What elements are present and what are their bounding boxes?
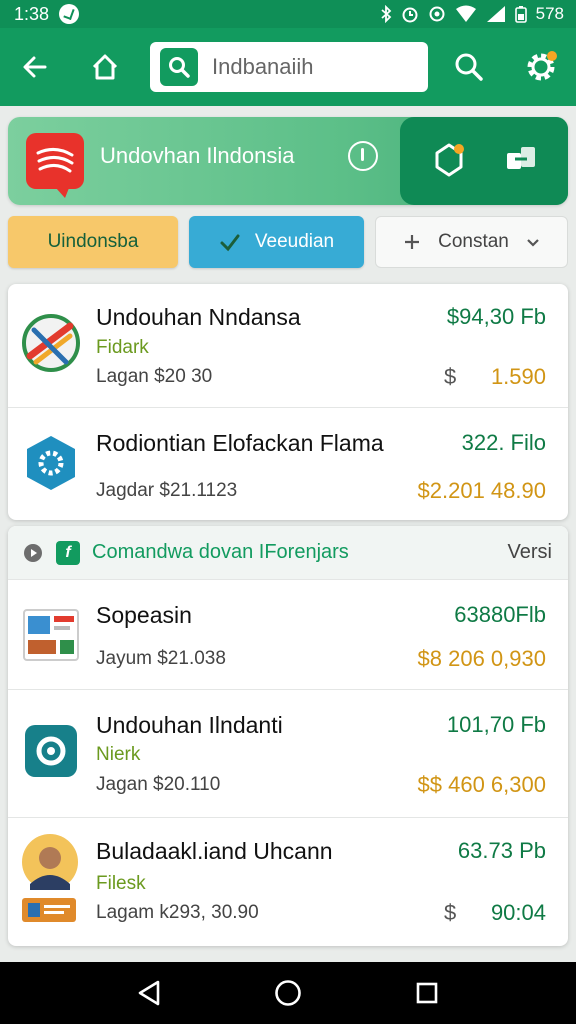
settings-button[interactable] bbox=[520, 46, 562, 88]
share-button[interactable] bbox=[503, 141, 539, 182]
section-badge-icon: f bbox=[56, 540, 80, 565]
info-icon[interactable] bbox=[348, 141, 378, 171]
item-meta: Jagdar $21.1123 bbox=[96, 480, 238, 501]
search-input[interactable] bbox=[212, 54, 412, 80]
bluetooth-icon bbox=[381, 5, 391, 23]
sync-icon bbox=[429, 6, 445, 22]
nav-recents-button[interactable] bbox=[407, 973, 447, 1013]
filter-chips: Uindonsba Veeudian Constan bbox=[8, 216, 568, 268]
alarm-icon bbox=[402, 7, 418, 23]
item-name: Undouhan Nndansa bbox=[96, 304, 301, 330]
item-subtitle: Fidark bbox=[96, 337, 149, 358]
plus-icon bbox=[405, 235, 420, 249]
wifi-icon bbox=[455, 5, 476, 22]
list-item[interactable]: Rodiontian Elofackan Flama Jagdar $21.11… bbox=[8, 408, 568, 520]
list-item[interactable]: Sopeasin Jayum $21.038 63880Flb $8 206 0… bbox=[8, 580, 568, 690]
list-item[interactable]: Undouhan Nndansa Fidark Lagan $20 30 $94… bbox=[8, 284, 568, 408]
list-item[interactable]: Buladaakl.iand Uhcann Filesk Lagam k293,… bbox=[8, 818, 568, 946]
app-icon bbox=[20, 432, 82, 494]
signal-icon bbox=[486, 6, 505, 22]
item-amount: $2.201 48.90 bbox=[417, 478, 546, 503]
search-icon bbox=[455, 53, 483, 81]
status-bar: 1:38 578 bbox=[0, 0, 576, 28]
notification-icon bbox=[59, 4, 80, 24]
filter-chip-indonesia[interactable]: Uindonsba bbox=[8, 216, 178, 268]
item-meta: Jagan $20.110 bbox=[96, 774, 221, 795]
currency-symbol: $ bbox=[444, 364, 457, 389]
system-nav-bar bbox=[0, 962, 576, 1024]
app-icon bbox=[20, 834, 80, 924]
square-recents-icon bbox=[416, 982, 437, 1004]
item-meta: Lagam k293, 30.90 bbox=[96, 902, 259, 923]
item-name: Buladaakl.iand Uhcann bbox=[96, 838, 333, 864]
section-title: Comandwa dovan IForenjars bbox=[92, 541, 349, 563]
item-amount: $8 206 0,930 bbox=[417, 646, 546, 671]
item-price: 63.73 Pb bbox=[457, 838, 546, 863]
status-time: 1:38 bbox=[14, 3, 50, 24]
battery-icon bbox=[514, 6, 527, 23]
nav-back-button[interactable] bbox=[129, 973, 169, 1013]
item-subtitle: Filesk bbox=[96, 873, 146, 894]
chip-label: Uindonsba bbox=[47, 231, 139, 252]
arrow-left-icon bbox=[23, 56, 47, 78]
item-price: 63880Flb bbox=[454, 602, 546, 627]
item-name: Undouhan Ilndanti bbox=[96, 712, 283, 738]
filter-dropdown[interactable]: Constan bbox=[375, 216, 568, 268]
app-icon bbox=[20, 604, 82, 666]
share-icon bbox=[507, 146, 535, 169]
item-price: 101,70 Fb bbox=[446, 712, 546, 737]
section-card: f Comandwa dovan IForenjars Versi Sopeas… bbox=[8, 526, 568, 946]
item-subtitle: Nierk bbox=[96, 744, 141, 765]
search-button[interactable] bbox=[448, 46, 490, 88]
triangle-back-icon bbox=[139, 980, 160, 1006]
chip-label: Constan bbox=[438, 231, 509, 252]
search-field[interactable] bbox=[150, 42, 428, 92]
item-amount: $$ 460 6,300 bbox=[417, 772, 546, 797]
hub-icon bbox=[435, 143, 464, 176]
hub-button[interactable] bbox=[429, 139, 469, 184]
circle-home-icon bbox=[275, 980, 301, 1006]
app-bar bbox=[0, 28, 576, 106]
banner-actions bbox=[400, 117, 568, 205]
section-header[interactable]: f Comandwa dovan IForenjars Versi bbox=[8, 526, 568, 580]
nav-home-button[interactable] bbox=[268, 973, 308, 1013]
chip-label: Veeudian bbox=[254, 231, 335, 252]
list-item[interactable]: Undouhan Ilndanti Nierk Jagan $20.110 10… bbox=[8, 690, 568, 818]
home-icon bbox=[92, 54, 118, 80]
brand-banner[interactable]: Undovhan Ilndonsia bbox=[8, 117, 568, 205]
home-button[interactable] bbox=[84, 46, 126, 88]
logo-mark-icon bbox=[36, 148, 74, 173]
currency-symbol: $ bbox=[444, 900, 457, 925]
back-button[interactable] bbox=[14, 46, 56, 88]
search-icon bbox=[169, 57, 190, 78]
item-price: $94,30 Fb bbox=[446, 304, 546, 329]
item-price: 322. Filo bbox=[461, 430, 546, 455]
search-badge bbox=[160, 48, 198, 86]
expand-arrow-icon bbox=[24, 543, 42, 562]
brand-logo bbox=[26, 133, 84, 198]
item-name: Rodiontian Elofackan Flama bbox=[96, 430, 384, 456]
filter-chip-verified[interactable]: Veeudian bbox=[189, 216, 364, 268]
section-version-label: Versi bbox=[507, 541, 552, 563]
item-amount: 1.590 bbox=[490, 364, 546, 389]
gear-icon bbox=[527, 51, 557, 81]
app-list-card: Undouhan Nndansa Fidark Lagan $20 30 $94… bbox=[8, 284, 568, 520]
chevron-down-icon bbox=[527, 239, 539, 247]
battery-level: 578 bbox=[535, 4, 564, 23]
app-icon bbox=[20, 312, 82, 374]
banner-title: Undovhan Ilndonsia bbox=[100, 143, 295, 168]
app-icon bbox=[20, 720, 82, 782]
item-meta: Jayum $21.038 bbox=[96, 648, 226, 669]
item-name: Sopeasin bbox=[96, 602, 192, 628]
check-icon bbox=[220, 234, 240, 252]
item-amount: 90:04 bbox=[490, 900, 546, 925]
item-meta: Lagan $20 30 bbox=[96, 366, 213, 387]
